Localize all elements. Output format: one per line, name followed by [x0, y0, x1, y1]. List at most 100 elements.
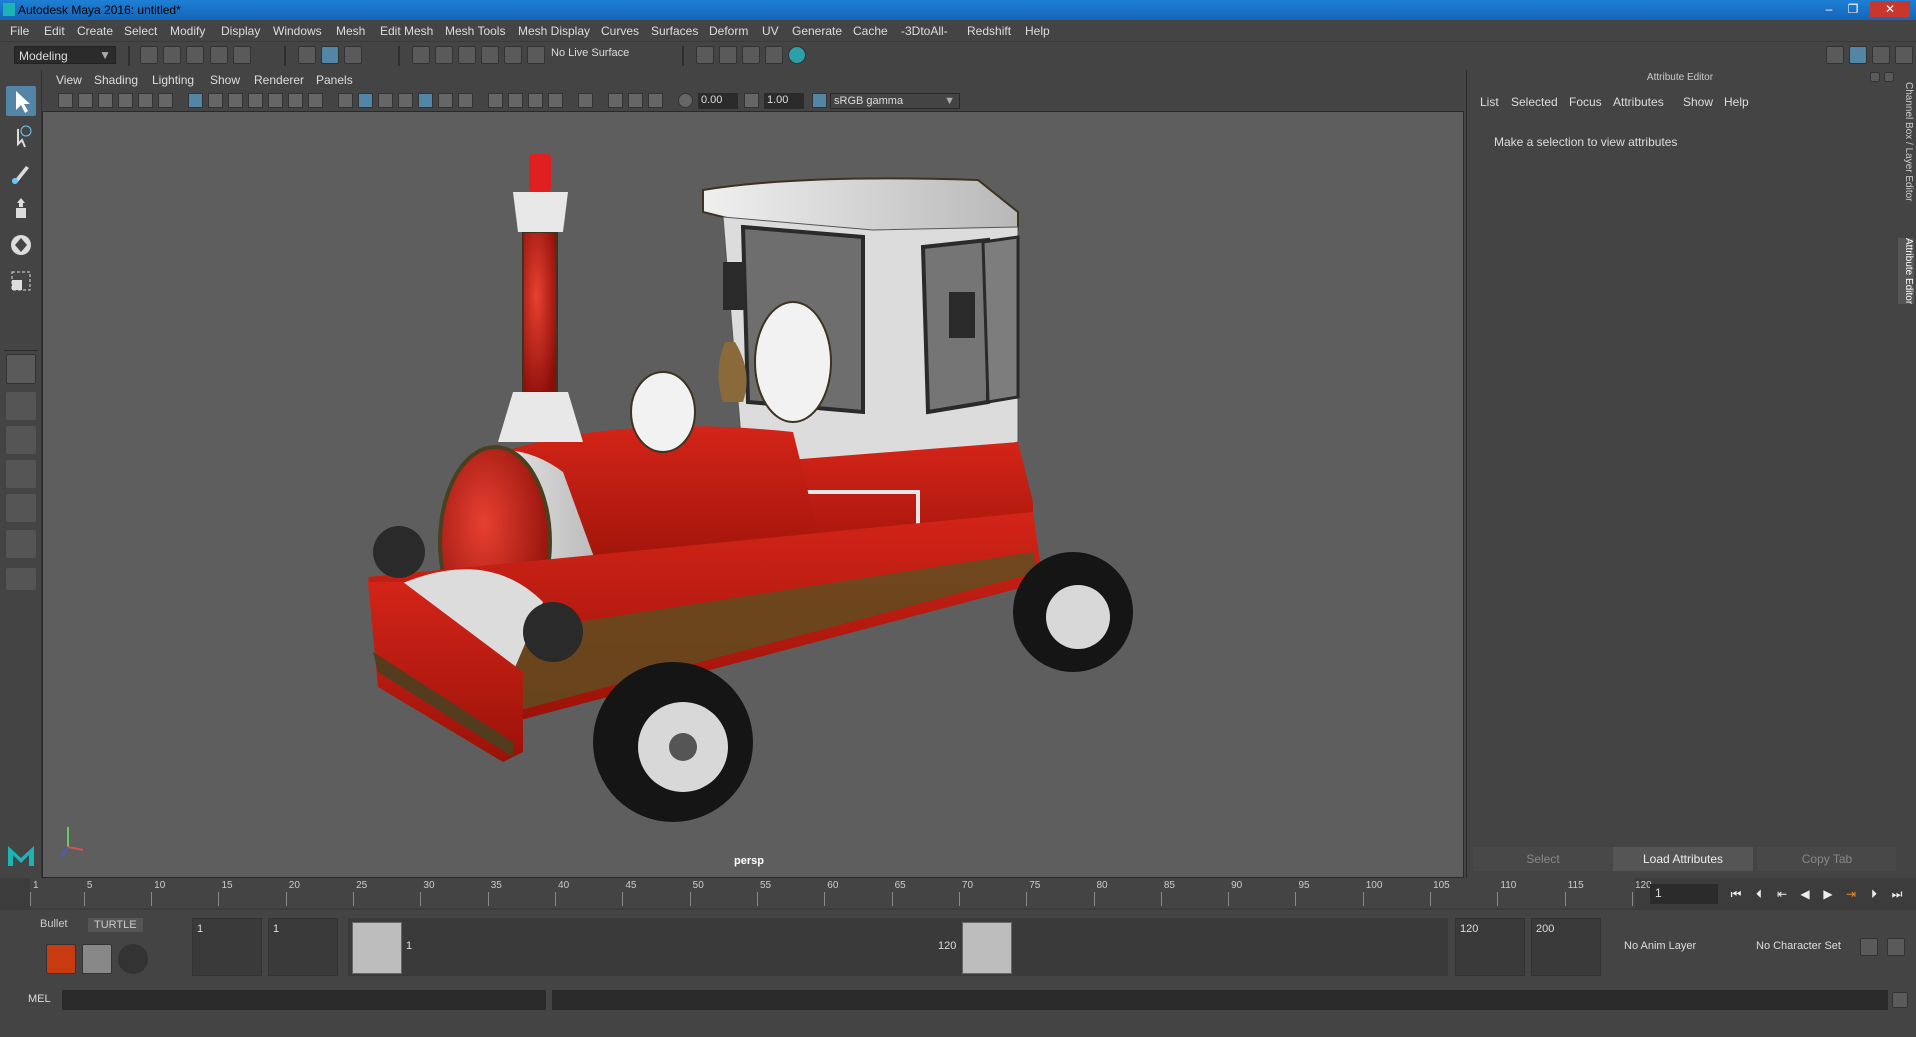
- viewport-menu-panels[interactable]: Panels: [316, 73, 353, 87]
- textured-icon[interactable]: [418, 93, 433, 108]
- xray-icon[interactable]: [608, 93, 623, 108]
- script-editor-icon[interactable]: [1892, 992, 1908, 1008]
- safe-title-icon[interactable]: [308, 93, 323, 108]
- exposure-icon[interactable]: [678, 93, 693, 108]
- select-by-component-icon[interactable]: [344, 46, 362, 64]
- maximize-button[interactable]: ❐: [1842, 1, 1864, 17]
- move-tool-icon[interactable]: [6, 194, 36, 224]
- grid-icon[interactable]: [188, 93, 203, 108]
- render-current-frame-icon[interactable]: [719, 46, 737, 64]
- channel-box-toggle-icon[interactable]: [1895, 46, 1913, 64]
- resolution-gate-icon[interactable]: [228, 93, 243, 108]
- viewport-menu-show[interactable]: Show: [210, 73, 240, 87]
- menu-deform[interactable]: Deform: [709, 24, 748, 38]
- field-chart-icon[interactable]: [268, 93, 283, 108]
- step-forward-key-icon[interactable]: ⇥: [1843, 886, 1859, 902]
- close-button[interactable]: ✕: [1870, 1, 1910, 17]
- select-by-hierarchy-icon[interactable]: [298, 46, 316, 64]
- range-start-handle[interactable]: [352, 922, 402, 974]
- select-tool-icon[interactable]: [6, 86, 36, 116]
- snap-point-icon[interactable]: [458, 46, 476, 64]
- go-to-end-icon[interactable]: ⏭: [1889, 886, 1905, 902]
- xray-active-icon[interactable]: [628, 93, 643, 108]
- color-management-icon[interactable]: [812, 93, 827, 108]
- layout-more-icon[interactable]: [6, 568, 36, 590]
- menu-surfaces[interactable]: Surfaces: [651, 24, 698, 38]
- menu-modify[interactable]: Modify: [170, 24, 205, 38]
- tool-settings-icon[interactable]: [1872, 46, 1890, 64]
- live-surface-field[interactable]: No Live Surface: [551, 47, 661, 63]
- range-end-handle[interactable]: [962, 922, 1012, 974]
- shelf-fire-icon[interactable]: [46, 944, 76, 974]
- attr-menu-attributes[interactable]: Attributes: [1613, 95, 1664, 109]
- attribute-editor-toggle-icon[interactable]: [1849, 46, 1867, 64]
- undo-icon[interactable]: [210, 46, 228, 64]
- snap-grid-icon[interactable]: [412, 46, 430, 64]
- shelf-tab-turtle[interactable]: TURTLE: [88, 918, 143, 932]
- motion-blur-icon[interactable]: [508, 93, 523, 108]
- playback-start-field[interactable]: 1: [268, 918, 338, 976]
- hypershade-icon[interactable]: [788, 46, 806, 64]
- depth-of-field-icon[interactable]: [548, 93, 563, 108]
- wireframe-icon[interactable]: [338, 93, 353, 108]
- gate-mask-icon[interactable]: [248, 93, 263, 108]
- mode-dropdown[interactable]: Modeling ▼: [14, 46, 116, 64]
- float-panel-icon[interactable]: [1870, 72, 1880, 82]
- start-frame-field[interactable]: 1: [192, 918, 262, 976]
- paint-select-tool-icon[interactable]: [6, 158, 36, 188]
- layout-two-stacked-icon[interactable]: [6, 494, 36, 522]
- command-language-label[interactable]: MEL: [28, 993, 51, 1005]
- rotate-tool-icon[interactable]: [6, 230, 36, 260]
- save-scene-icon[interactable]: [186, 46, 204, 64]
- menu-select[interactable]: Select: [124, 24, 157, 38]
- playback-end-field[interactable]: 120: [1455, 918, 1525, 976]
- xray-joints-icon[interactable]: [648, 93, 663, 108]
- new-scene-icon[interactable]: [140, 46, 158, 64]
- go-to-start-icon[interactable]: ⏮: [1728, 886, 1744, 902]
- menu-edit-mesh[interactable]: Edit Mesh: [380, 24, 433, 38]
- render-view-icon[interactable]: [765, 46, 783, 64]
- attr-menu-show[interactable]: Show: [1683, 95, 1713, 109]
- select-by-object-icon[interactable]: [321, 46, 339, 64]
- bookmark-icon[interactable]: [98, 93, 113, 108]
- menu-display[interactable]: Display: [221, 24, 260, 38]
- shelf-tab-bullet[interactable]: Bullet: [40, 918, 68, 930]
- view-transform-dropdown[interactable]: sRGB gamma ▼: [830, 93, 960, 109]
- menu-3dtoall[interactable]: -3DtoAll-: [901, 24, 948, 38]
- menu-generate[interactable]: Generate: [792, 24, 842, 38]
- multisample-aa-icon[interactable]: [528, 93, 543, 108]
- menu-curves[interactable]: Curves: [601, 24, 639, 38]
- grease-pencil-icon[interactable]: [158, 93, 173, 108]
- attr-menu-focus[interactable]: Focus: [1569, 95, 1602, 109]
- close-panel-icon[interactable]: [1884, 72, 1894, 82]
- snap-surface-icon[interactable]: [527, 46, 545, 64]
- soft-select-icon[interactable]: [6, 354, 36, 384]
- lasso-tool-icon[interactable]: [6, 122, 36, 152]
- anim-layer-dropdown[interactable]: No Anim Layer: [1620, 918, 1722, 976]
- exposure-field[interactable]: 0.00: [698, 93, 738, 109]
- attribute-editor-tab[interactable]: Attribute Editor: [1898, 238, 1914, 305]
- menu-create[interactable]: Create: [77, 24, 113, 38]
- play-forwards-icon[interactable]: ▶: [1820, 886, 1836, 902]
- open-scene-icon[interactable]: [163, 46, 181, 64]
- layout-persp-outliner-icon[interactable]: [6, 530, 36, 558]
- smooth-shade-icon[interactable]: [358, 93, 373, 108]
- range-slider[interactable]: [348, 918, 1448, 976]
- menu-windows[interactable]: Windows: [273, 24, 322, 38]
- menu-uv[interactable]: UV: [762, 24, 779, 38]
- menu-mesh[interactable]: Mesh: [336, 24, 365, 38]
- shadows-icon[interactable]: [458, 93, 473, 108]
- layout-single-icon[interactable]: [6, 392, 36, 420]
- snap-live-icon[interactable]: [504, 46, 522, 64]
- default-material-icon[interactable]: [378, 93, 393, 108]
- scale-tool-icon[interactable]: [6, 266, 36, 296]
- menu-mesh-display[interactable]: Mesh Display: [518, 24, 590, 38]
- isolate-select-icon[interactable]: [578, 93, 593, 108]
- end-frame-field[interactable]: 200: [1531, 918, 1601, 976]
- viewport-menu-shading[interactable]: Shading: [94, 73, 138, 87]
- layout-two-side-icon[interactable]: [6, 460, 36, 488]
- film-gate-icon[interactable]: [208, 93, 223, 108]
- ipr-render-icon[interactable]: [742, 46, 760, 64]
- safe-action-icon[interactable]: [288, 93, 303, 108]
- use-all-lights-icon[interactable]: [438, 93, 453, 108]
